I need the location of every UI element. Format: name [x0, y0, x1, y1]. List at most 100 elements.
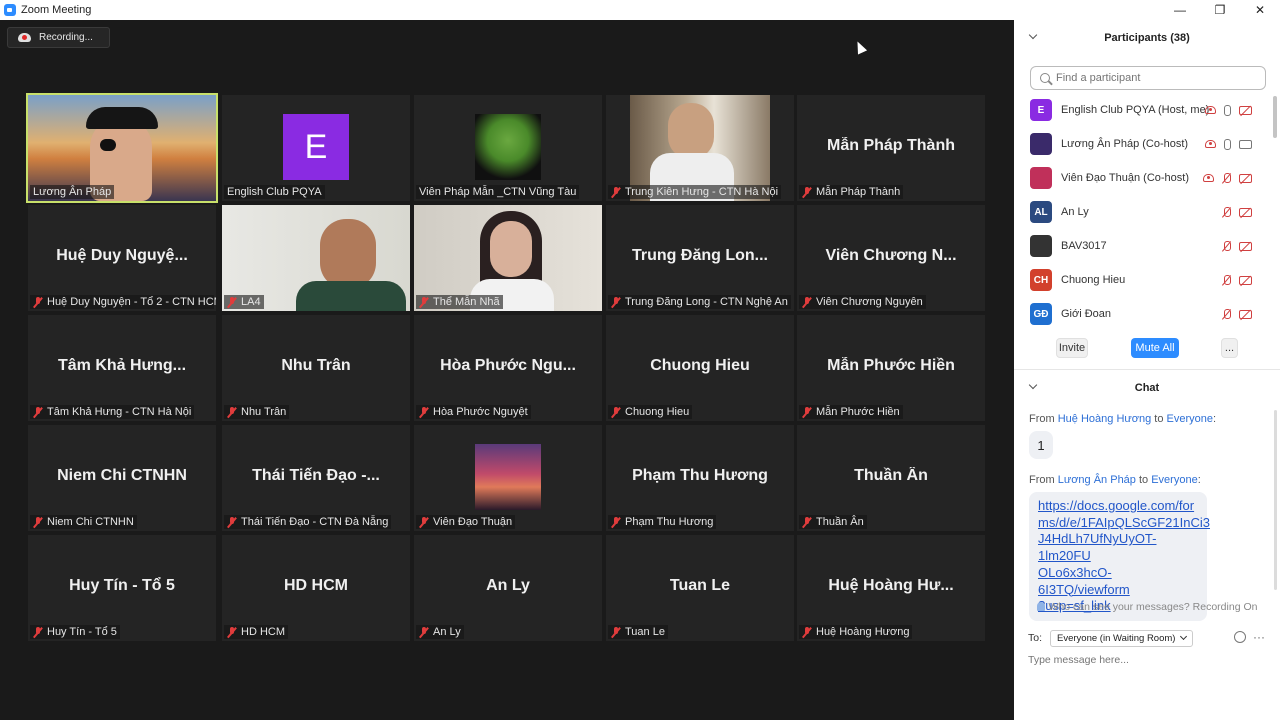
recording-indicator[interactable]: Recording...: [7, 27, 110, 48]
participant-video-tile[interactable]: Niem Chi CTNHN Niem Chi CTNHN: [28, 425, 216, 531]
camera-off-icon[interactable]: [1239, 173, 1252, 183]
pirate-hat: [86, 107, 158, 129]
to-label: To:: [1028, 632, 1043, 644]
invite-button[interactable]: Invite: [1056, 338, 1088, 358]
participant-row[interactable]: Viên Đạo Thuận (Co-host): [1014, 164, 1280, 192]
recording-label: Recording...: [39, 32, 93, 43]
participant-video-tile[interactable]: An Ly An Ly: [414, 535, 602, 641]
mute-all-button[interactable]: Mute All: [1131, 338, 1179, 358]
microphone-icon[interactable]: [1224, 104, 1231, 116]
microphone-muted-icon[interactable]: [1222, 206, 1231, 218]
participant-name: BAV3017: [1061, 240, 1107, 252]
zoom-app-icon: [4, 4, 16, 16]
participant-name-label: LA4: [224, 295, 264, 309]
participant-display-name: HD HCM: [284, 577, 348, 594]
participant-video-tile[interactable]: Phạm Thu Hương Phạm Thu Hương: [606, 425, 794, 531]
chat-scrollbar[interactable]: [1274, 410, 1277, 590]
participant-video-tile[interactable]: Viên Đạo Thuận: [414, 425, 602, 531]
participant-row[interactable]: GĐ Giới Đoan: [1014, 300, 1280, 328]
find-participant-input[interactable]: [1056, 72, 1256, 84]
participant-scrollbar[interactable]: [1273, 96, 1277, 138]
participant-name-text: Huy Tín - Tổ 5: [47, 626, 117, 638]
emoji-icon[interactable]: [1234, 631, 1246, 643]
sender-name[interactable]: Lương Ân Pháp: [1058, 474, 1136, 486]
participant-video-tile[interactable]: HD HCM HD HCM: [222, 535, 410, 641]
participant-display-name: Chuong Hieu: [650, 357, 750, 374]
participant-video-tile[interactable]: Tuan Le Tuan Le: [606, 535, 794, 641]
participant-video-tile[interactable]: Trung Kiên Hưng - CTN Hà Nội: [606, 95, 794, 201]
participant-video-tile[interactable]: Tâm Khả Hưng... Tâm Khả Hưng - CTN Hà Nội: [28, 315, 216, 421]
recipient-name[interactable]: Everyone: [1167, 413, 1213, 425]
microphone-muted-icon[interactable]: [1222, 172, 1231, 184]
camera-off-icon[interactable]: [1239, 241, 1252, 251]
chat-message-input[interactable]: [1028, 654, 1266, 666]
participant-display-name: Trung Đăng Lon...: [632, 247, 768, 264]
camera-off-icon[interactable]: [1239, 207, 1252, 217]
participant-status-icons: [1222, 240, 1252, 252]
panel-divider: [1014, 369, 1280, 370]
camera-off-icon[interactable]: [1239, 105, 1252, 115]
microphone-muted-icon[interactable]: [1222, 308, 1231, 320]
camera-icon[interactable]: [1239, 139, 1252, 149]
recipient-name[interactable]: Everyone: [1151, 474, 1197, 486]
participants-title: Participants (38): [1104, 32, 1190, 44]
find-participant-box[interactable]: [1030, 66, 1266, 90]
collapse-participants-icon[interactable]: [1028, 30, 1038, 40]
participant-display-name: Huệ Duy Nguyệ...: [56, 247, 188, 264]
collapse-chat-icon[interactable]: [1028, 380, 1038, 390]
mic-muted-icon: [611, 186, 621, 198]
eye-patch: [100, 139, 116, 151]
recording-icon: [1205, 140, 1216, 148]
participant-video-tile[interactable]: Mẫn Pháp Thành Mẫn Pháp Thành: [797, 95, 985, 201]
participant-video-tile[interactable]: Huệ Hoàng Hư... Huệ Hoàng Hương: [797, 535, 985, 641]
participant-name: Chuong Hieu: [1061, 274, 1126, 286]
microphone-muted-icon[interactable]: [1222, 240, 1231, 252]
participant-video-tile[interactable]: E English Club PQYA: [222, 95, 410, 201]
camera-off-icon[interactable]: [1239, 309, 1252, 319]
participant-name-label: Hòa Phước Nguyệt: [416, 405, 531, 419]
microphone-icon[interactable]: [1224, 138, 1231, 150]
chat-recipient-row: To: Everyone (in Waiting Room): [1028, 629, 1268, 647]
participant-video-tile[interactable]: Huy Tín - Tổ 5 Huy Tín - Tổ 5: [28, 535, 216, 641]
participant-video-tile[interactable]: Thái Tiến Đạo -... Thái Tiến Đạo - CTN Đà…: [222, 425, 410, 531]
participant-name-label: Thể Mẫn Nhã: [416, 295, 503, 309]
chat-sender-line: From Huệ Hoàng Hương to Everyone:: [1029, 413, 1216, 425]
camera-off-icon[interactable]: [1239, 275, 1252, 285]
participant-row[interactable]: E English Club PQYA (Host, me): [1014, 96, 1280, 124]
recording-icon: [1205, 106, 1216, 114]
participant-name-text: Niem Chi CTNHN: [47, 516, 134, 528]
participant-video-tile[interactable]: Hòa Phước Ngu... Hòa Phước Nguyệt: [414, 315, 602, 421]
participant-row[interactable]: CH Chuong Hieu: [1014, 266, 1280, 294]
participant-video-tile[interactable]: Thể Mẫn Nhã: [414, 205, 602, 311]
video-gallery: Recording... Lương Ân Pháp E English Club …: [0, 20, 1014, 720]
person-shirt: [296, 281, 406, 311]
participant-video-tile[interactable]: Mẫn Phước Hiền Mẫn Phước Hiền: [797, 315, 985, 421]
mic-muted-icon: [33, 516, 43, 528]
mic-muted-icon: [227, 406, 237, 418]
close-icon[interactable]: ✕: [1240, 0, 1280, 20]
participant-video-tile[interactable]: Nhu Trân Nhu Trân: [222, 315, 410, 421]
chat-sender-line: From Lương Ân Pháp to Everyone:: [1029, 474, 1201, 486]
participant-video-tile[interactable]: Trung Đăng Lon... Trung Đăng Long - CTN N…: [606, 205, 794, 311]
participant-video-tile[interactable]: Thuần Ân Thuần Ân: [797, 425, 985, 531]
recipient-dropdown[interactable]: Everyone (in Waiting Room): [1050, 629, 1194, 647]
participant-video-tile[interactable]: Chuong Hieu Chuong Hieu: [606, 315, 794, 421]
participant-video-tile[interactable]: Lương Ân Pháp: [26, 93, 218, 203]
microphone-muted-icon[interactable]: [1222, 274, 1231, 286]
participant-row[interactable]: BAV3017: [1014, 232, 1280, 260]
participant-video-tile[interactable]: Huệ Duy Nguyệ... Huệ Duy Nguyện - Tổ 2 - …: [28, 205, 216, 311]
more-options-button[interactable]: ...: [1221, 338, 1238, 358]
sender-name[interactable]: Huệ Hoàng Hương: [1058, 413, 1151, 425]
who-can-see-link[interactable]: Who can see your messages? Recording On: [1014, 601, 1280, 613]
mic-muted-icon: [802, 296, 812, 308]
participant-video-tile[interactable]: Viên Pháp Mẫn _CTN Vũng Tàu: [414, 95, 602, 201]
minimize-icon[interactable]: —: [1160, 0, 1200, 20]
participant-row[interactable]: AL An Ly: [1014, 198, 1280, 226]
restore-icon[interactable]: ❐: [1200, 0, 1240, 20]
more-chat-options-icon[interactable]: ···: [1253, 630, 1265, 644]
participant-display-name: Niem Chi CTNHN: [57, 467, 187, 484]
participant-video-tile[interactable]: Viên Chương N... Viên Chương Nguyên: [797, 205, 985, 311]
participant-row[interactable]: Lương Ân Pháp (Co-host): [1014, 130, 1280, 158]
participant-video-tile[interactable]: LA4: [222, 205, 410, 311]
person-icon: [1036, 602, 1045, 611]
